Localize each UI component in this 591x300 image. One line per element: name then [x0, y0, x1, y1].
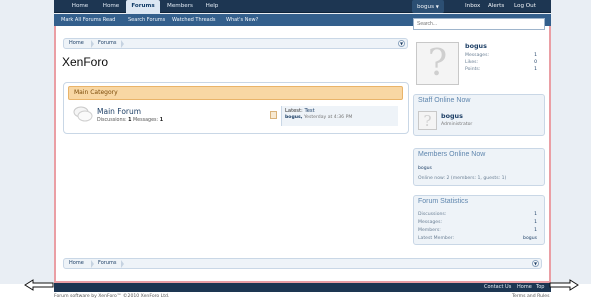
profile-points-label: Points: [465, 67, 481, 72]
breadcrumb-forums[interactable]: Forums [98, 39, 116, 48]
online-member-link[interactable]: bogus [418, 166, 432, 171]
profile-points-value: 1 [534, 67, 537, 72]
stats-members-value: 1 [534, 228, 537, 233]
whats-new-link[interactable]: What's New? [226, 14, 258, 26]
avatar-placeholder-icon: ? [423, 112, 432, 130]
stats-latest-member-link[interactable]: bogus [500, 236, 537, 241]
last-post-meta: bogus, Yesterday at 4:36 PM [285, 115, 352, 120]
footer-bar [54, 283, 551, 292]
breadcrumb-top: Home Forums ▼ [63, 38, 408, 49]
breadcrumb-separator [121, 40, 124, 48]
profile-messages-label: Messages: [465, 53, 490, 58]
staff-username[interactable]: bogus [441, 112, 463, 120]
nav-tab-members[interactable]: Members [162, 0, 198, 13]
left-arrow-icon [24, 276, 54, 291]
mark-all-read-link[interactable]: Mark All Forums Read [61, 14, 115, 26]
messages-count: 1 [159, 118, 164, 123]
stats-discussions-value: 1 [534, 212, 537, 217]
avatar[interactable]: ? [416, 42, 459, 85]
jump-menu-icon[interactable]: ▼ [532, 260, 539, 267]
profile-messages-value: 1 [534, 53, 537, 58]
forum-title-link[interactable]: Main Forum [97, 107, 141, 116]
discussions-count: 1 [128, 118, 132, 123]
avatar-placeholder-icon: ? [427, 43, 448, 84]
stats-latest-member-label: Latest Member: [418, 236, 455, 241]
terms-link[interactable]: Terms and Rules [512, 294, 549, 299]
footer-home-link[interactable]: Home [517, 284, 532, 291]
right-arrow-icon [549, 276, 579, 291]
copyright-text: Forum software by XenForo™ ©2010 XenForo… [54, 294, 170, 299]
breadcrumb-home[interactable]: Home [69, 39, 84, 48]
contact-us-link[interactable]: Contact Us [484, 284, 511, 291]
search-forums-link[interactable]: Search Forums [128, 14, 165, 26]
breadcrumb-separator [91, 260, 94, 268]
staff-online-heading: Staff Online Now [418, 97, 471, 104]
staff-avatar[interactable]: ? [418, 111, 437, 130]
rss-icon[interactable] [270, 111, 277, 119]
messages-label: Messages: [133, 118, 159, 123]
discussions-label: Discussions: [97, 118, 127, 123]
stats-members-label: Members: [418, 228, 441, 233]
latest-label: Latest: [285, 108, 303, 114]
inbox-link[interactable]: Inbox [465, 0, 480, 13]
category-header[interactable]: Main Category [68, 86, 403, 100]
forum-read-icon [73, 105, 93, 123]
forum-stats: Discussions: 1 Messages: 1 [97, 118, 163, 123]
profile-likes-label: Likes: [465, 60, 479, 65]
latest-time: Yesterday at 4:36 PM [303, 115, 353, 120]
nav-tab-home-2[interactable]: Home [96, 0, 126, 13]
breadcrumb-forums[interactable]: Forums [98, 259, 116, 268]
breadcrumb-bottom: Home Forums ▼ [63, 258, 542, 269]
members-online-heading: Members Online Now [418, 151, 486, 158]
latest-thread-link[interactable]: Test [304, 108, 314, 114]
last-post-title: Latest: Test [285, 108, 315, 114]
nav-tab-home[interactable]: Home [64, 0, 96, 13]
staff-role: Administrator [441, 122, 473, 127]
logout-link[interactable]: Log Out [514, 0, 536, 13]
search-input[interactable] [413, 18, 545, 30]
page-title: XenForo [62, 55, 109, 69]
visitor-username[interactable]: bogus [465, 42, 487, 50]
footer-top-link[interactable]: Top [536, 284, 544, 291]
jump-menu-icon[interactable]: ▼ [398, 40, 405, 47]
latest-user-link[interactable]: bogus, [285, 115, 302, 120]
alerts-link[interactable]: Alerts [488, 0, 504, 13]
breadcrumb-separator [91, 40, 94, 48]
profile-likes-value: 0 [534, 60, 537, 65]
stats-messages-value: 1 [534, 220, 537, 225]
breadcrumb-home[interactable]: Home [69, 259, 84, 268]
stats-discussions-label: Discussions: [418, 212, 447, 217]
watched-threads-link[interactable]: Watched Threads [172, 14, 216, 26]
user-menu[interactable]: bogus ▼ [412, 0, 444, 13]
stats-messages-label: Messages: [418, 220, 443, 225]
nav-tab-forums[interactable]: Forums [126, 0, 160, 14]
user-menu-name: bogus [417, 4, 434, 10]
breadcrumb-separator [121, 260, 124, 268]
chevron-down-icon: ▼ [435, 4, 439, 9]
forum-statistics-heading: Forum Statistics [418, 198, 469, 205]
online-summary: Online now: 2 (members: 1, guests: 1) [418, 176, 507, 181]
nav-tab-help[interactable]: Help [199, 0, 225, 13]
